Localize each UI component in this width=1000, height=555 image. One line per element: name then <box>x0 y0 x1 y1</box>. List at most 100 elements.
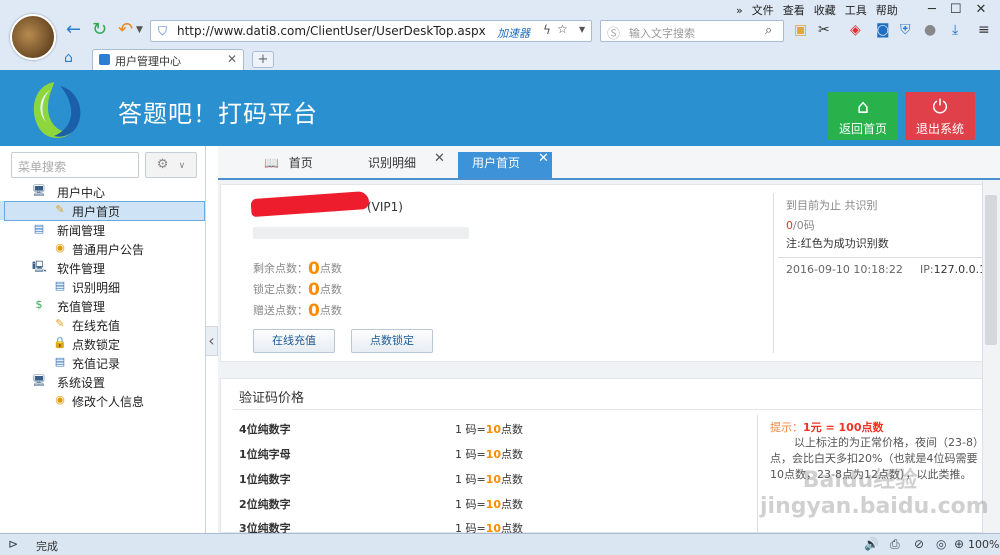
tab-label: 用户首页 <box>472 156 521 170</box>
sidebar-group-software[interactable]: 🖳 软件管理 <box>0 258 206 277</box>
status-text: 完成 <box>36 540 58 553</box>
book-icon: 📖 <box>264 156 279 170</box>
announcement-icon: ◉ <box>55 241 65 254</box>
search-engine-icon[interactable]: Ⓢ <box>607 23 620 42</box>
pencil-icon: ✎ <box>55 203 65 216</box>
document-icon: ▤ <box>33 222 45 235</box>
sidebar-group-settings[interactable]: 🖥 系统设置 <box>0 372 206 391</box>
new-tab-button[interactable]: + <box>252 51 274 68</box>
menu-search-input[interactable]: 菜单搜索 <box>11 152 139 178</box>
security-status-icon[interactable]: ◎ <box>936 537 946 551</box>
gift-points-label: 赠送点数： <box>253 304 308 317</box>
sidebar-item-announcement[interactable]: ◉ 普通用户公告 <box>0 239 206 258</box>
search-placeholder: 输入文字搜索 <box>629 27 695 40</box>
close-tab-icon[interactable]: ✕ <box>538 148 549 170</box>
menu-file[interactable]: 文件 <box>752 2 774 18</box>
sidebar-item-label: 识别明细 <box>72 281 121 295</box>
sidebar-toggle-icon[interactable]: ⊳ <box>8 537 18 551</box>
menu-search-placeholder: 菜单搜索 <box>18 160 67 174</box>
zoom-icon[interactable]: ⊕ <box>954 537 964 551</box>
close-tab-icon[interactable]: ✕ <box>227 52 237 66</box>
stats-box: 到目前为止 共识别 0/0码 注:红色为成功识别数 2016-09-10 10:… <box>773 193 997 353</box>
accelerator-label[interactable]: 加速器 <box>497 25 530 41</box>
logout-button[interactable]: ⏻ 退出系统 <box>905 92 975 140</box>
sidebar-item-label: 用户首页 <box>72 205 121 219</box>
account-panel: HL (VIP1) 剩余点数：0点数 锁定点数：0点数 赠送点数：0点数 在线充… <box>220 184 996 362</box>
list-icon: ▤ <box>54 279 66 292</box>
gift-points: 赠送点数：0点数 <box>253 301 342 321</box>
home-button[interactable]: ⌂ 返回首页 <box>828 92 898 140</box>
home-icon[interactable]: ⌂ <box>64 50 73 66</box>
price-type: 4位纯数字 <box>239 423 291 436</box>
undo-icon[interactable]: ↶ <box>118 20 133 40</box>
app-title: 答题吧！打码平台 <box>118 100 318 128</box>
chevron-down-icon[interactable]: ▼ <box>136 20 143 40</box>
browser-tab[interactable]: 用户管理中心 ✕ <box>92 49 244 70</box>
search-icon[interactable]: ⌕ <box>765 23 772 38</box>
page-scrollbar[interactable] <box>982 181 999 533</box>
tab-title: 用户管理中心 <box>115 55 181 68</box>
sidebar-item-label: 在线充值 <box>72 319 121 333</box>
minimize-icon[interactable]: ─ <box>928 2 936 17</box>
zoom-level[interactable]: 100% <box>968 538 999 551</box>
extension-icon[interactable]: ▣ <box>794 20 807 40</box>
print-icon[interactable]: ⎙ <box>890 537 900 552</box>
sidebar-item-point-lock[interactable]: 🔒 点数锁定 <box>0 334 206 353</box>
menu-view[interactable]: 查看 <box>783 2 805 18</box>
sidebar-group-user-center[interactable]: 🖥 用户中心 <box>0 182 206 201</box>
locked-points-unit: 点数 <box>319 283 342 296</box>
sidebar-item-online-recharge[interactable]: ✎ 在线充值 <box>0 315 206 334</box>
sidebar-item-edit-profile[interactable]: ◉ 修改个人信息 <box>0 391 206 410</box>
browser-menubar: » 文件 查看 收藏 工具 帮助 <box>736 2 898 18</box>
tab-home[interactable]: 📖 首页 <box>264 152 344 178</box>
browser-chrome: » 文件 查看 收藏 工具 帮助 ─ ☐ ✕ ← ↻ ↶ ▼ ⛉ http://… <box>0 0 1000 70</box>
price-tip-heading: 提示：1元 = 100点数 <box>770 419 884 435</box>
sidebar-item-recognition-detail[interactable]: ▤ 识别明细 <box>0 277 206 296</box>
browser-search-bar[interactable]: Ⓢ 输入文字搜索 ⌕ <box>600 20 784 42</box>
address-dropdown-icon[interactable]: ▼ <box>579 25 585 34</box>
user-avatar[interactable] <box>10 14 56 60</box>
sidebar-group-recharge[interactable]: $ 充值管理 <box>0 296 206 315</box>
success-count: 0 <box>786 219 793 232</box>
volume-icon[interactable]: 🔊 <box>864 537 879 551</box>
menu-settings-button[interactable]: ⚙ ∨ <box>145 152 197 178</box>
price-row: 4位纯数字 1 码=10点数 <box>239 419 759 441</box>
sidebar-item-label: 普通用户公告 <box>72 243 145 257</box>
menu-favorites[interactable]: 收藏 <box>814 2 836 18</box>
back-icon[interactable]: ← <box>66 20 81 40</box>
power-icon: ⏻ <box>932 96 948 118</box>
menu-overflow[interactable]: » <box>736 4 743 17</box>
close-window-icon[interactable]: ✕ <box>975 2 986 17</box>
plugin-icon[interactable]: ◈ <box>850 20 861 40</box>
favorite-star-icon[interactable]: ☆ <box>557 22 568 36</box>
vip-level: (VIP1) <box>367 200 403 214</box>
close-tab-icon[interactable]: ✕ <box>434 148 445 170</box>
tab-recognition-detail[interactable]: 识别明细 ✕ <box>368 151 458 178</box>
address-bar[interactable]: ⛉ http://www.dati8.com/ClientUser/UserDe… <box>150 20 592 42</box>
more-icon[interactable]: ● <box>924 20 936 40</box>
price-unit: 1 码= <box>455 473 486 486</box>
settings-computer-icon: 🖥 <box>32 374 46 387</box>
scrollbar-thumb[interactable] <box>985 195 997 345</box>
translate-icon[interactable]: ◙ <box>876 20 890 40</box>
menu-icon[interactable]: ≡ <box>978 20 990 40</box>
url-text[interactable]: http://www.dati8.com/ClientUser/UserDesk… <box>177 24 486 38</box>
lock-points-button[interactable]: 点数锁定 <box>351 329 433 353</box>
adblock-icon[interactable]: ⊘ <box>914 537 924 551</box>
menu-tools[interactable]: 工具 <box>845 2 867 18</box>
price-row: 1位纯数字 1 码=10点数 <box>239 469 759 491</box>
sidebar-item-recharge-record[interactable]: ▤ 充值记录 <box>0 353 206 372</box>
tab-user-home[interactable]: 用户首页 ✕ <box>458 151 552 178</box>
sidebar-item-user-home[interactable]: ✎ 用户首页 <box>0 201 206 221</box>
watermark: Baidu经验 jingyan.baidu.com <box>760 468 989 519</box>
download-icon[interactable]: ⤓ <box>952 20 958 40</box>
scissors-icon[interactable]: ✂ <box>818 20 830 40</box>
lightning-icon[interactable]: ϟ <box>543 23 551 37</box>
maximize-icon[interactable]: ☐ <box>950 2 962 17</box>
refresh-icon[interactable]: ↻ <box>92 20 107 40</box>
security-icon[interactable]: ⛨ <box>900 20 911 40</box>
recharge-button[interactable]: 在线充值 <box>253 329 335 353</box>
sidebar-group-news[interactable]: ▤ 新闻管理 <box>0 220 206 239</box>
sidebar-collapse-handle[interactable]: ‹ <box>206 326 218 356</box>
menu-help[interactable]: 帮助 <box>876 2 898 18</box>
